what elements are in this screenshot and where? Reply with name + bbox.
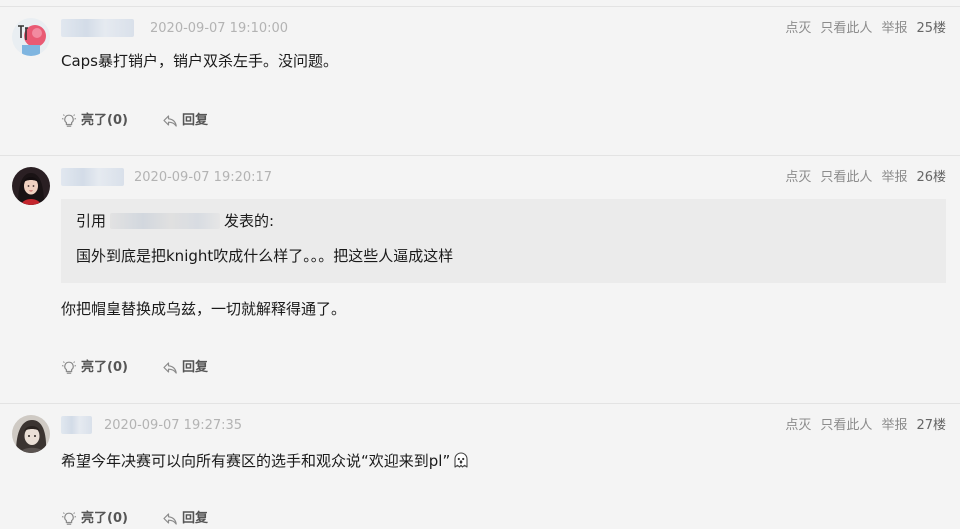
ghost-emoji-icon bbox=[452, 451, 470, 475]
downvote-button[interactable]: 点灭 bbox=[785, 20, 811, 38]
post-meta-actions: 点灭 只看此人 举报 26楼 bbox=[785, 169, 946, 187]
quote-text: 国外到底是把knight吹成什么样了。。。把这些人逼成这样 bbox=[76, 247, 454, 265]
reply-label: 回复 bbox=[181, 511, 208, 526]
like-button[interactable]: 亮了(0) bbox=[61, 510, 128, 528]
downvote-button[interactable]: 点灭 bbox=[785, 169, 811, 187]
quoted-username[interactable] bbox=[110, 213, 221, 229]
reply-button[interactable]: 回复 bbox=[162, 112, 208, 130]
post-content: 你把帽皇替换成乌兹，一切就解释得通了。 bbox=[61, 300, 347, 318]
post-footer-actions: 亮了(0) 回复 bbox=[61, 112, 208, 130]
quote-prefix: 引用 bbox=[76, 212, 107, 230]
reply-arrow-icon bbox=[162, 113, 178, 129]
reply-arrow-icon bbox=[162, 511, 178, 527]
lightbulb-icon bbox=[61, 360, 77, 376]
post-footer-actions: 亮了(0) 回复 bbox=[61, 510, 208, 528]
username[interactable] bbox=[61, 168, 124, 186]
post-content: Caps暴打销户，销户双杀左手。没问题。 bbox=[61, 52, 339, 70]
reply-button[interactable]: 回复 bbox=[162, 510, 208, 528]
quote-suffix: 发表的: bbox=[224, 212, 275, 230]
username[interactable] bbox=[61, 416, 92, 434]
only-this-user-button[interactable]: 只看此人 bbox=[820, 417, 872, 435]
avatar[interactable] bbox=[12, 167, 50, 205]
like-label: 亮了(0) bbox=[81, 113, 128, 128]
post-meta-actions: 点灭 只看此人 举报 25楼 bbox=[785, 20, 946, 38]
floor-number: 27楼 bbox=[916, 418, 946, 433]
reply-label: 回复 bbox=[181, 360, 208, 375]
report-button[interactable]: 举报 bbox=[881, 417, 907, 435]
lightbulb-icon bbox=[61, 113, 77, 129]
comment-thread: 2020-09-07 19:10:00 点灭 只看此人 举报 25楼 Caps暴… bbox=[0, 0, 960, 529]
report-button[interactable]: 举报 bbox=[881, 169, 907, 187]
downvote-button[interactable]: 点灭 bbox=[785, 417, 811, 435]
like-button[interactable]: 亮了(0) bbox=[61, 112, 128, 130]
post-content-text: 希望今年决赛可以向所有赛区的选手和观众说“欢迎来到pl” bbox=[61, 452, 451, 470]
floor-number: 26楼 bbox=[916, 170, 946, 185]
post-content: 希望今年决赛可以向所有赛区的选手和观众说“欢迎来到pl” bbox=[61, 450, 470, 475]
reply-arrow-icon bbox=[162, 360, 178, 376]
quote-header: 引用 发表的: bbox=[76, 210, 274, 232]
only-this-user-button[interactable]: 只看此人 bbox=[820, 169, 872, 187]
lightbulb-icon bbox=[61, 511, 77, 527]
post-divider bbox=[0, 403, 960, 404]
report-button[interactable]: 举报 bbox=[881, 20, 907, 38]
like-label: 亮了(0) bbox=[81, 360, 128, 375]
post-timestamp: 2020-09-07 19:20:17 bbox=[134, 170, 273, 185]
post-footer-actions: 亮了(0) 回复 bbox=[61, 359, 208, 377]
floor-number: 25楼 bbox=[916, 21, 946, 36]
post-timestamp: 2020-09-07 19:27:35 bbox=[104, 418, 243, 433]
post-timestamp: 2020-09-07 19:10:00 bbox=[150, 21, 289, 36]
avatar[interactable] bbox=[12, 415, 50, 453]
post-divider bbox=[0, 6, 960, 7]
avatar[interactable] bbox=[12, 18, 50, 56]
post-meta-actions: 点灭 只看此人 举报 27楼 bbox=[785, 417, 946, 435]
quote-block: 引用 发表的: 国外到底是把knight吹成什么样了。。。把这些人逼成这样 bbox=[61, 199, 946, 283]
like-button[interactable]: 亮了(0) bbox=[61, 359, 128, 377]
reply-label: 回复 bbox=[181, 113, 208, 128]
only-this-user-button[interactable]: 只看此人 bbox=[820, 20, 872, 38]
reply-button[interactable]: 回复 bbox=[162, 359, 208, 377]
like-label: 亮了(0) bbox=[81, 511, 128, 526]
username[interactable] bbox=[61, 19, 134, 37]
post-divider bbox=[0, 155, 960, 156]
